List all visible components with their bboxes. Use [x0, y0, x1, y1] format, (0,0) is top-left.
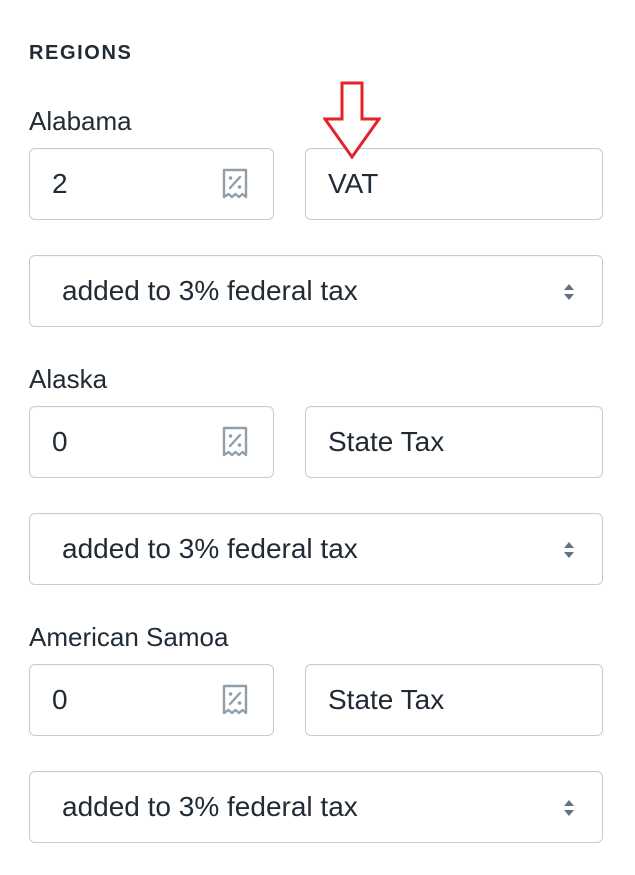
- tax-name-value: State Tax: [328, 426, 445, 457]
- tax-rate-value: 0: [52, 684, 68, 715]
- region-alaska: Alaska 0 State Tax added to 3% federal t…: [0, 359, 635, 617]
- tax-rate-input[interactable]: 2: [29, 148, 274, 220]
- region-name-label: Alaska: [29, 364, 108, 394]
- tax-rate-input[interactable]: 0: [29, 406, 274, 478]
- receipt-percent-icon: [222, 426, 248, 457]
- receipt-percent-icon: [222, 684, 248, 715]
- select-updown-icon: [564, 800, 574, 816]
- select-updown-icon: [564, 284, 574, 300]
- tax-mode-value: added to 3% federal tax: [62, 275, 358, 306]
- tax-mode-value: added to 3% federal tax: [62, 791, 358, 822]
- tax-mode-select[interactable]: added to 3% federal tax: [29, 255, 603, 327]
- tax-name-input[interactable]: State Tax: [305, 664, 603, 736]
- tax-name-value: VAT: [328, 168, 379, 199]
- tax-mode-select[interactable]: added to 3% federal tax: [29, 513, 603, 585]
- select-updown-icon: [564, 542, 574, 558]
- down-arrow-icon: [323, 81, 381, 159]
- region-name-label: Alabama: [29, 106, 132, 136]
- tax-rate-value: 2: [52, 168, 68, 199]
- tax-name-input[interactable]: State Tax: [305, 406, 603, 478]
- tax-name-value: State Tax: [328, 684, 445, 715]
- section-title: REGIONS: [29, 42, 133, 64]
- receipt-percent-icon: [222, 168, 248, 199]
- tax-rate-value: 0: [52, 426, 68, 457]
- region-alabama: Alabama 2 VAT added to 3% federal tax: [0, 101, 635, 359]
- region-name-label: American Samoa: [29, 622, 229, 652]
- tax-mode-select[interactable]: added to 3% federal tax: [29, 771, 603, 843]
- region-american-samoa: American Samoa 0 State Tax added to 3% f…: [0, 617, 635, 875]
- tax-mode-value: added to 3% federal tax: [62, 533, 358, 564]
- tax-rate-input[interactable]: 0: [29, 664, 274, 736]
